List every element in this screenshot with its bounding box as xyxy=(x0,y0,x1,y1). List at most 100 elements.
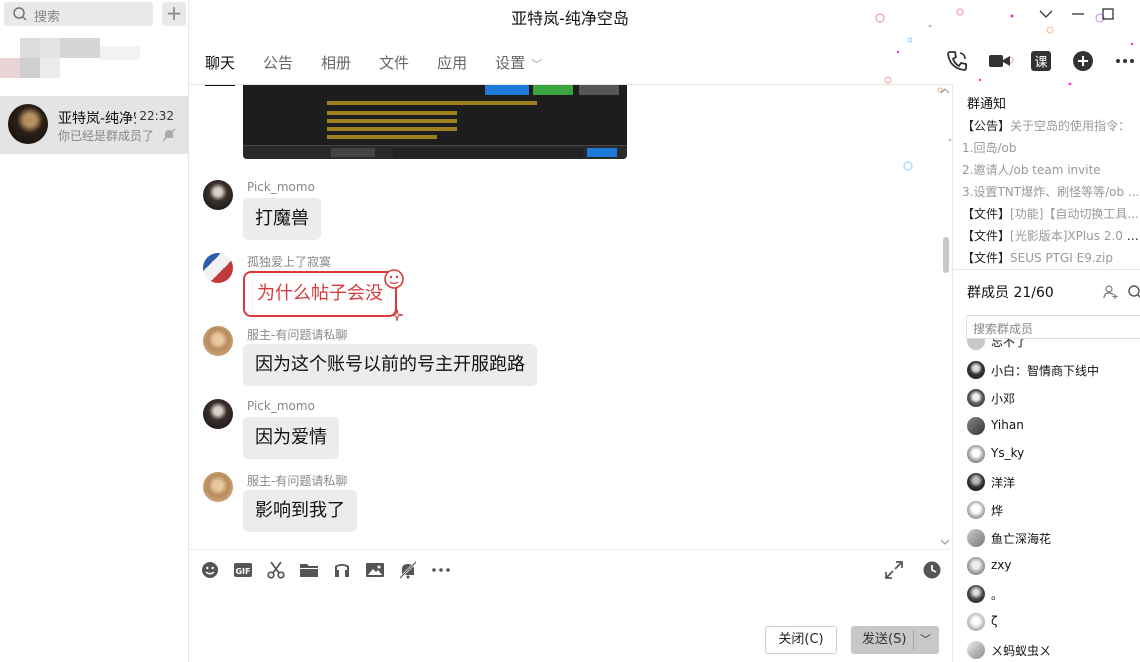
avatar xyxy=(967,339,985,350)
notice-item[interactable]: 3.设置TNT爆炸、刷怪等等/ob ... xyxy=(962,181,1140,203)
avatar xyxy=(967,389,985,407)
avatar xyxy=(967,445,985,463)
blurred-conversation[interactable] xyxy=(0,36,150,86)
chat-toolbar: 课 xyxy=(944,48,1138,74)
divider xyxy=(953,269,1140,270)
maximize-icon[interactable] xyxy=(1098,4,1118,24)
conversation-item[interactable]: 亚特岚-纯净空岛 22:32 你已经是群成员了 xyxy=(0,96,188,154)
chat-scrollbar[interactable] xyxy=(943,237,949,273)
avatar[interactable] xyxy=(203,472,233,502)
avatar xyxy=(967,361,985,379)
search-row: 搜索 + xyxy=(4,2,186,26)
message-sender: Pick_momo xyxy=(247,399,315,413)
shared-screenshot-image[interactable] xyxy=(243,85,627,159)
video-icon[interactable] xyxy=(986,48,1012,74)
conversation-name: 亚特岚-纯净空岛 xyxy=(58,111,136,127)
member-search-input[interactable]: 搜索群成员 xyxy=(966,315,1140,339)
message-bubble: 因为这个账号以前的号主开服跑路 xyxy=(243,344,537,386)
add-member-icon[interactable] xyxy=(1103,284,1119,300)
expand-icon[interactable] xyxy=(884,560,904,580)
avatar xyxy=(967,641,985,659)
file-item[interactable]: 【文件】SEUS PTGI E9.zip xyxy=(962,247,1140,269)
avatar[interactable] xyxy=(203,253,233,283)
avatar xyxy=(967,585,985,603)
notice-item[interactable]: 1.回岛/ob xyxy=(962,137,1140,159)
divider xyxy=(913,630,914,650)
minimize-icon[interactable] xyxy=(1068,4,1088,24)
emoji-icon[interactable] xyxy=(200,560,220,580)
window-title: 亚特岚-纯净空岛 xyxy=(511,9,629,28)
message-bubble: 打魔兽 xyxy=(243,198,321,240)
tab-apps[interactable]: 应用 xyxy=(437,52,467,78)
folder-icon[interactable] xyxy=(299,560,319,580)
avatar[interactable] xyxy=(203,326,233,356)
search-input[interactable]: 搜索 xyxy=(4,2,153,26)
history-icon[interactable] xyxy=(922,560,942,580)
conversation-sidebar: 搜索 + 亚特岚-纯净空岛 22:32 你已经是群成员了 xyxy=(0,0,189,662)
notice-title: 群通知 xyxy=(967,97,1007,112)
member-list: 忘不了 小白：智情商下线中 小邓 Yihan Ys_ky 洋洋 烨 鱼亡深海花 … xyxy=(967,339,1140,662)
gif-icon-label: GIF xyxy=(235,567,250,576)
avatar xyxy=(967,501,985,519)
course-icon-label: 课 xyxy=(1034,56,1047,71)
bubble-sticker-icon xyxy=(384,269,404,289)
gif-icon[interactable]: GIF xyxy=(233,560,253,580)
group-info-panel: 群通知 【公告】关于空岛的使用指令： 1.回岛/ob 2.邀请人/ob team… xyxy=(952,85,1140,662)
message-sender: Pick_momo xyxy=(247,180,315,194)
notice-item[interactable]: 2.邀请人/ob team invite xyxy=(962,159,1140,181)
chevron-down-icon[interactable]: ﹀ xyxy=(920,626,931,654)
divider xyxy=(189,549,951,550)
avatar xyxy=(967,417,985,435)
tab-chat[interactable]: 聊天 xyxy=(205,52,236,86)
members-title: 群成员 21/60 xyxy=(967,285,1054,301)
conversation-time: 22:32 xyxy=(139,109,174,123)
message-sender: 孤独爱上了寂寞 xyxy=(247,255,332,269)
tab-files[interactable]: 文件 xyxy=(379,52,409,78)
search-icon[interactable] xyxy=(1127,284,1140,300)
chevron-down-icon: ﹀ xyxy=(531,58,543,71)
avatar[interactable] xyxy=(203,180,233,210)
add-icon[interactable] xyxy=(1070,48,1096,74)
chevron-down-icon[interactable] xyxy=(1036,4,1056,24)
more-icon[interactable] xyxy=(1112,48,1138,74)
tab-announcement[interactable]: 公告 xyxy=(263,52,293,78)
add-button[interactable]: + xyxy=(162,2,186,26)
notice-list: 【公告】关于空岛的使用指令： 1.回岛/ob 2.邀请人/ob team inv… xyxy=(962,115,1140,269)
send-button[interactable]: 发送(S) ﹀ xyxy=(851,626,939,654)
conversation-preview: 你已经是群成员了 xyxy=(58,129,154,143)
more-dots-icon[interactable] xyxy=(431,560,451,580)
search-placeholder: 搜索 xyxy=(34,10,61,25)
message-sender: 服主-有问题请私聊 xyxy=(247,474,348,488)
tab-settings[interactable]: 设置 ﹀ xyxy=(495,52,542,78)
mute-icon xyxy=(162,128,176,142)
search-icon xyxy=(13,7,27,21)
scroll-down-icon[interactable] xyxy=(939,537,951,547)
tab-settings-label: 设置 xyxy=(495,54,526,72)
message-bubble: 影响到我了 xyxy=(243,490,357,532)
avatar xyxy=(967,613,985,631)
music-icon[interactable] xyxy=(332,560,352,580)
course-icon[interactable]: 课 xyxy=(1028,48,1054,74)
message-bubble: 为什么帖子会没 xyxy=(243,271,397,317)
close-button[interactable]: 关闭(C) xyxy=(765,626,837,654)
input-toolbar: GIF xyxy=(200,560,451,580)
avatar xyxy=(967,473,985,491)
sparkle-icon xyxy=(391,309,403,321)
file-item[interactable]: 【文件】[光影版本]XPlus 2.0 fo... xyxy=(962,225,1140,247)
tab-album[interactable]: 相册 xyxy=(321,52,351,78)
message-bubble: 因为爱情 xyxy=(243,417,339,459)
avatar xyxy=(967,557,985,575)
avatar xyxy=(967,529,985,547)
file-item[interactable]: 【文件】[功能]【自动切换工具... xyxy=(962,203,1140,225)
avatar[interactable] xyxy=(203,399,233,429)
chat-tabs: 聊天 公告 相册 文件 应用 设置 ﹀ xyxy=(205,52,542,86)
phone-icon[interactable] xyxy=(944,48,970,74)
message-sender: 服主-有问题请私聊 xyxy=(247,328,348,342)
bell-off-icon[interactable] xyxy=(398,560,418,580)
notice-item[interactable]: 【公告】关于空岛的使用指令： xyxy=(962,115,1140,137)
scissors-icon[interactable] xyxy=(266,560,286,580)
send-button-label: 发送(S) xyxy=(862,632,907,647)
image-icon[interactable] xyxy=(365,560,385,580)
chat-messages: Pick_momo 打魔兽 孤独爱上了寂寞 为什么帖子会没 服主-有问题请私聊 … xyxy=(189,85,951,547)
scroll-up-icon[interactable] xyxy=(939,85,951,97)
